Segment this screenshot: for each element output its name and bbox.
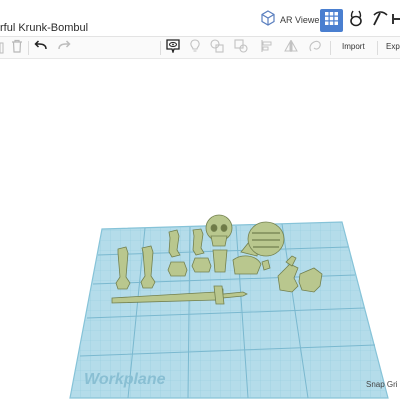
redo-button[interactable] <box>55 39 73 57</box>
export-button[interactable]: Expo <box>386 42 400 51</box>
more-tools-button[interactable] <box>392 10 400 30</box>
group-button[interactable] <box>208 38 226 58</box>
trash-icon <box>11 39 23 58</box>
mirror-button[interactable] <box>282 39 300 57</box>
redo-icon <box>57 39 71 57</box>
snap-grid-label[interactable]: Snap Gri <box>366 380 398 389</box>
grid-view-button[interactable] <box>320 9 343 32</box>
eye-speech-bubble-icon <box>166 38 180 58</box>
lightbulb-icon <box>189 38 201 58</box>
design-title: rful Krunk-Bombul <box>0 22 89 34</box>
note-button[interactable] <box>186 38 204 58</box>
toolbar-divider <box>160 41 161 55</box>
align-button[interactable] <box>258 39 276 57</box>
design-title-field[interactable]: rful Krunk-Bombul <box>0 9 250 34</box>
toolbar-divider <box>377 41 378 55</box>
title-bar: rful Krunk-Bombul AR Viewer <box>0 0 400 37</box>
panel-edge <box>0 39 6 57</box>
show-all-button[interactable] <box>164 38 182 58</box>
foot-1 <box>167 261 188 277</box>
mirror-icon <box>284 39 298 58</box>
cube-3d-icon <box>260 9 276 31</box>
workplane-scene[interactable]: Workplane <box>0 59 400 400</box>
foot-2 <box>191 257 212 273</box>
brush-button[interactable] <box>346 10 366 30</box>
undo-button[interactable] <box>32 39 50 57</box>
3d-viewport[interactable]: Workplane Snap Gri <box>0 59 400 400</box>
pickaxe-button[interactable] <box>370 10 390 30</box>
ar-viewer-label: AR Viewer <box>280 15 323 25</box>
delete-button[interactable] <box>8 39 26 57</box>
toolbar-divider <box>330 41 331 55</box>
ungroup-shapes-icon <box>234 38 248 58</box>
ungroup-button[interactable] <box>232 38 250 58</box>
rib-cage <box>247 221 285 257</box>
cruise-hand-icon <box>308 39 322 58</box>
workplane[interactable]: Workplane <box>69 221 389 399</box>
import-button[interactable]: Import <box>342 42 365 51</box>
ellipsis-icon <box>392 9 400 32</box>
pickaxe-icon <box>371 9 389 32</box>
ar-viewer-button[interactable]: AR Viewer <box>256 9 326 31</box>
toolbar-divider <box>28 41 29 55</box>
grid-view-icon <box>325 11 338 30</box>
workplane-label: Workplane <box>84 371 166 388</box>
spine <box>212 249 228 273</box>
align-icon <box>260 39 274 58</box>
edit-toolbar: Import Expo <box>0 37 400 59</box>
brush-icon <box>347 9 365 32</box>
group-shapes-icon <box>210 38 224 58</box>
cruise-button[interactable] <box>306 39 324 57</box>
undo-icon <box>34 39 48 57</box>
